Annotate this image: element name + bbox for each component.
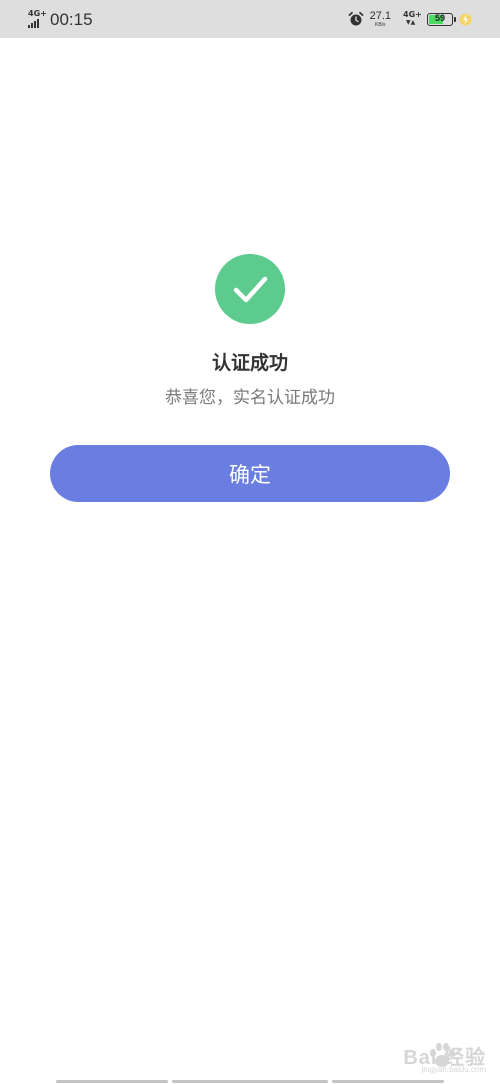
network-speed: 27.1 KB/s [369, 9, 391, 28]
checkmark-icon [233, 276, 268, 303]
status-right: 27.1 KB/s 4G+ ▼▲ 59 [348, 7, 472, 31]
battery-level: 59 [434, 12, 445, 23]
data-arrows-icon: ▼▲ [406, 19, 416, 26]
signal-bars [28, 19, 39, 28]
status-left: 4G+ 00:15 [26, 9, 93, 30]
charging-icon [459, 13, 472, 25]
success-subtitle: 恭喜您，实名认证成功 [165, 388, 335, 408]
status-time: 00:15 [50, 10, 93, 29]
gesture-navigation-bar[interactable] [0, 1078, 500, 1084]
network-arrows-icon: 4G+ ▼▲ [403, 10, 422, 28]
watermark-url: jingyan.baidu.com [421, 1065, 486, 1074]
status-bar: 4G+ 00:15 27.1 KB/s 4G+ ▼▲ 59 [0, 0, 500, 38]
signal-icon: 4G+ [26, 9, 47, 29]
baidu-jingyan-watermark: Bai 经验 jingyan.baidu.com [403, 1041, 486, 1074]
nav-handle-right[interactable] [332, 1080, 444, 1083]
nav-handle-left[interactable] [56, 1080, 168, 1083]
confirm-button[interactable]: 确定 [50, 445, 450, 502]
check-circle-icon [215, 254, 285, 324]
network-type-left: 4G+ [28, 9, 47, 18]
network-type-right: 4G+ [403, 10, 422, 19]
speed-unit: KB/s [375, 21, 386, 28]
battery-icon: 59 [427, 12, 456, 26]
speed-value: 27.1 [369, 9, 391, 22]
nav-handle-center[interactable] [172, 1080, 328, 1083]
success-title: 认证成功 [211, 352, 288, 374]
alarm-icon [348, 11, 363, 26]
